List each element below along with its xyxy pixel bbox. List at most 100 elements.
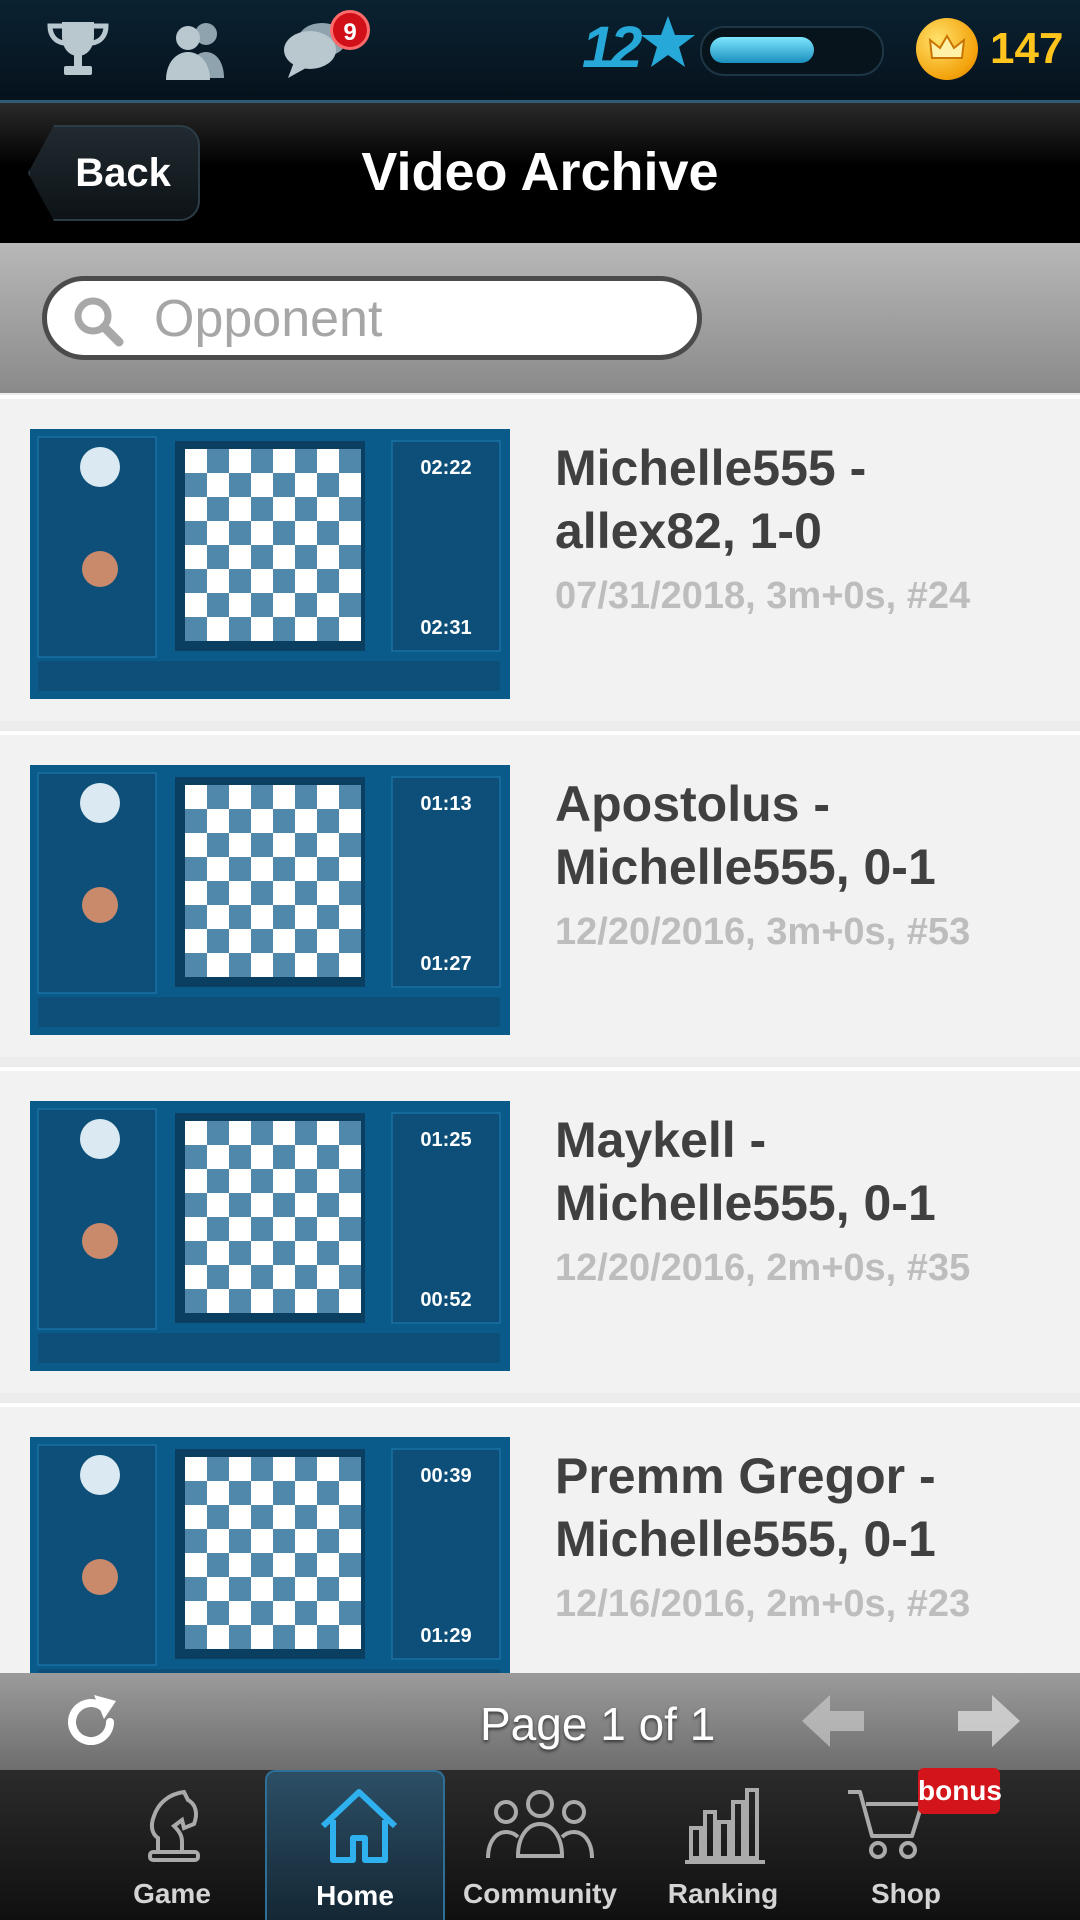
board-square bbox=[251, 449, 273, 473]
board-square bbox=[251, 521, 273, 545]
board-square bbox=[229, 929, 251, 953]
page-indicator: Page 1 of 1 bbox=[480, 1698, 716, 1750]
board-square bbox=[317, 1121, 339, 1145]
avatar bbox=[82, 1559, 118, 1595]
board-square bbox=[229, 953, 251, 977]
board-square bbox=[207, 1457, 229, 1481]
video-title-line: Maykell - bbox=[555, 1112, 767, 1168]
board-square bbox=[229, 473, 251, 497]
board-square bbox=[251, 593, 273, 617]
board-square bbox=[295, 905, 317, 929]
board-square bbox=[295, 473, 317, 497]
crown-coin-icon[interactable] bbox=[916, 18, 978, 80]
board-square bbox=[207, 833, 229, 857]
board-square bbox=[317, 833, 339, 857]
board-square bbox=[339, 569, 361, 593]
video-thumbnail[interactable]: 01:13 01:27 bbox=[30, 765, 510, 1035]
board-square bbox=[251, 1505, 273, 1529]
video-thumbnail[interactable]: 02:22 02:31 bbox=[30, 429, 510, 699]
search-field[interactable] bbox=[42, 276, 702, 360]
video-row[interactable]: 02:22 02:31 Michelle555 - allex82, 1-0 07… bbox=[0, 395, 1080, 721]
video-list[interactable]: 02:22 02:31 Michelle555 - allex82, 1-0 07… bbox=[0, 395, 1080, 1673]
chat-notification-badge: 9 bbox=[330, 10, 370, 50]
clock-bottom: 00:52 bbox=[420, 1289, 471, 1311]
board-square bbox=[317, 857, 339, 881]
video-title-line: Premm Gregor - bbox=[555, 1448, 936, 1504]
video-title[interactable]: Maykell - Michelle555, 0-1 bbox=[555, 1109, 1055, 1235]
board-square bbox=[207, 1169, 229, 1193]
board-square bbox=[273, 1577, 295, 1601]
board-square bbox=[339, 809, 361, 833]
board-square bbox=[251, 785, 273, 809]
friends-icon[interactable] bbox=[160, 14, 232, 86]
board-square bbox=[251, 1625, 273, 1649]
board-square bbox=[295, 785, 317, 809]
video-title[interactable]: Michelle555 - allex82, 1-0 bbox=[555, 437, 1055, 563]
board-square bbox=[339, 1289, 361, 1313]
board-square bbox=[185, 521, 207, 545]
board-square bbox=[185, 929, 207, 953]
board-square bbox=[207, 905, 229, 929]
board-square bbox=[185, 1121, 207, 1145]
search-input[interactable] bbox=[152, 287, 676, 351]
nav-item-home[interactable]: Home bbox=[265, 1770, 445, 1920]
board-square bbox=[295, 857, 317, 881]
arrow-right-icon[interactable] bbox=[956, 1691, 1022, 1751]
bonus-badge[interactable]: bonus bbox=[918, 1768, 1002, 1814]
board-square bbox=[185, 1145, 207, 1169]
board-square bbox=[317, 473, 339, 497]
video-title[interactable]: Apostolus - Michelle555, 0-1 bbox=[555, 773, 1055, 899]
board-square bbox=[185, 449, 207, 473]
board-square bbox=[317, 521, 339, 545]
nav-item-community[interactable]: Community bbox=[450, 1770, 630, 1920]
board-square bbox=[207, 1601, 229, 1625]
video-row[interactable]: 01:13 01:27 Apostolus - Michelle555, 0-1 … bbox=[0, 731, 1080, 1057]
avatar bbox=[80, 1119, 120, 1159]
nav-item-game[interactable]: Game bbox=[82, 1770, 262, 1920]
coin-count[interactable]: 147 bbox=[990, 24, 1063, 74]
video-title-line: Michelle555, 0-1 bbox=[555, 839, 936, 895]
trophy-icon[interactable] bbox=[42, 14, 114, 86]
board-square bbox=[229, 1289, 251, 1313]
arrow-left-icon[interactable] bbox=[800, 1691, 866, 1751]
pager-bar: Page 1 of 1 bbox=[0, 1673, 1080, 1770]
board-square bbox=[207, 1529, 229, 1553]
board-square bbox=[207, 473, 229, 497]
board-square bbox=[207, 1121, 229, 1145]
board-square bbox=[207, 1553, 229, 1577]
board-square bbox=[207, 857, 229, 881]
video-row[interactable]: 01:25 00:52 Maykell - Michelle555, 0-1 12… bbox=[0, 1067, 1080, 1393]
board-square bbox=[339, 1601, 361, 1625]
board-square bbox=[295, 1265, 317, 1289]
board-square bbox=[207, 1145, 229, 1169]
video-thumbnail[interactable]: 01:25 00:52 bbox=[30, 1101, 510, 1371]
board-square bbox=[317, 569, 339, 593]
board-square bbox=[339, 785, 361, 809]
refresh-icon[interactable] bbox=[60, 1691, 122, 1753]
board-square bbox=[207, 929, 229, 953]
board-square bbox=[207, 881, 229, 905]
board-square bbox=[295, 1121, 317, 1145]
nav-label: Community bbox=[463, 1878, 617, 1909]
board-square bbox=[339, 1481, 361, 1505]
board-square bbox=[185, 1625, 207, 1649]
video-title-line: Michelle555 - bbox=[555, 440, 867, 496]
board-square bbox=[317, 881, 339, 905]
board-square bbox=[229, 1145, 251, 1169]
board-square bbox=[251, 617, 273, 641]
board-square bbox=[185, 593, 207, 617]
board-square bbox=[339, 617, 361, 641]
board-square bbox=[273, 521, 295, 545]
board-square bbox=[273, 1505, 295, 1529]
video-row[interactable]: 00:39 01:29 Premm Gregor - Michelle555, 0… bbox=[0, 1403, 1080, 1673]
board-square bbox=[273, 449, 295, 473]
video-title-line: Michelle555, 0-1 bbox=[555, 1511, 936, 1567]
clock-bottom: 01:29 bbox=[420, 1625, 471, 1647]
nav-item-ranking[interactable]: Ranking bbox=[633, 1770, 813, 1920]
video-title[interactable]: Premm Gregor - Michelle555, 0-1 bbox=[555, 1445, 1055, 1571]
board-square bbox=[185, 809, 207, 833]
avatar bbox=[82, 887, 118, 923]
board-square bbox=[251, 497, 273, 521]
xp-progress-bar bbox=[700, 26, 884, 76]
video-thumbnail[interactable]: 00:39 01:29 bbox=[30, 1437, 510, 1673]
